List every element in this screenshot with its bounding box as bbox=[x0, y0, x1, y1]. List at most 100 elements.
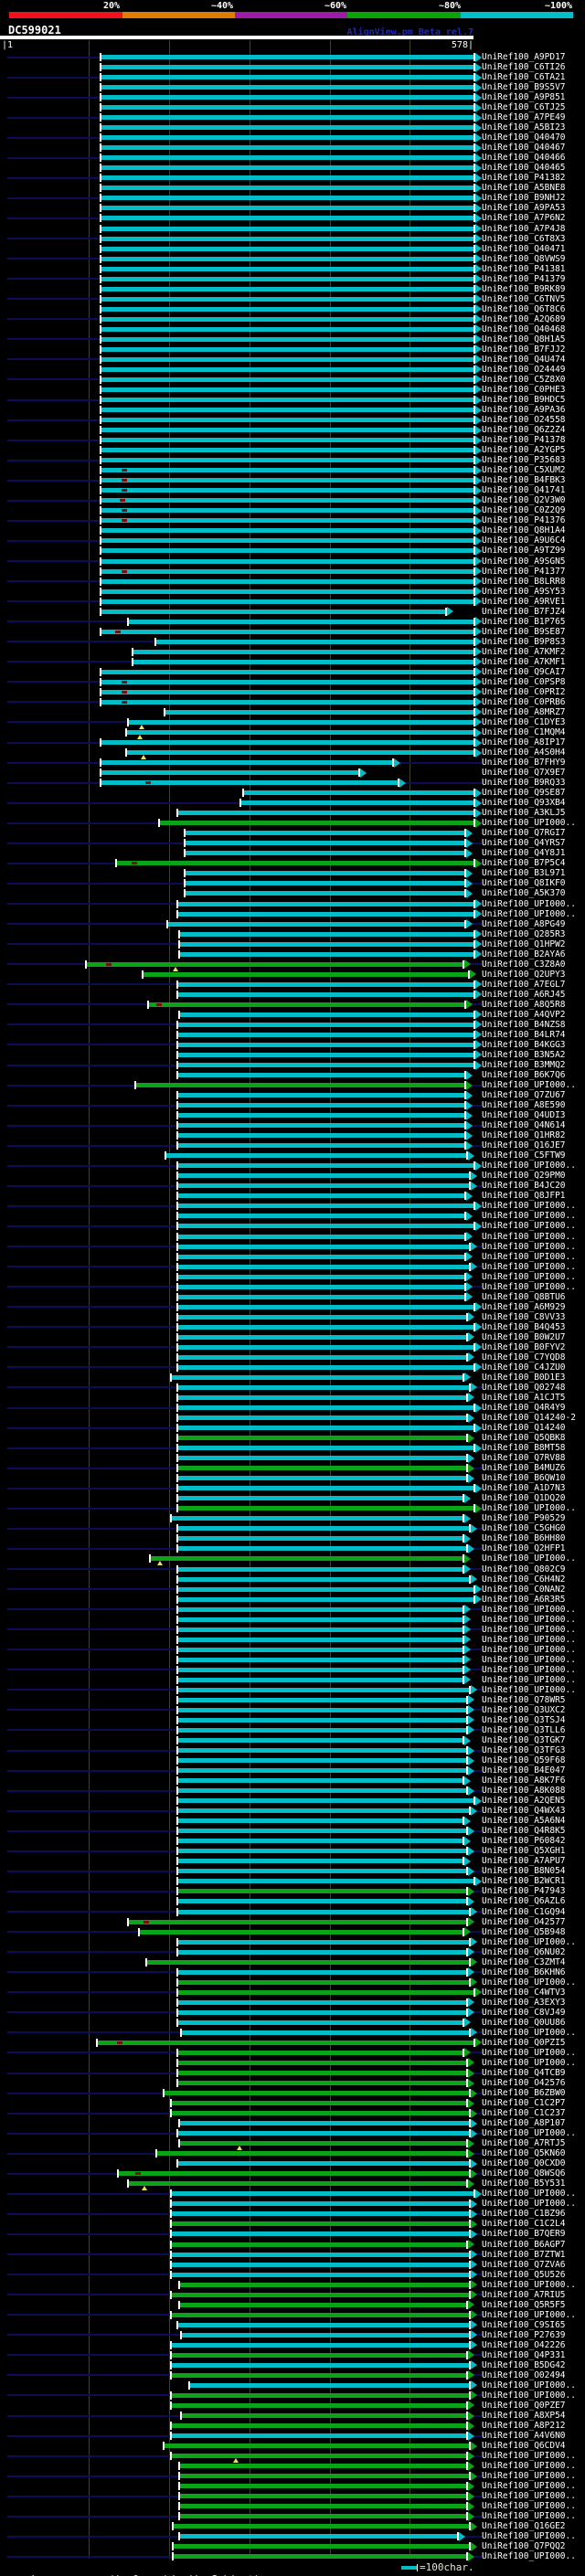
alignment-bar[interactable] bbox=[178, 811, 473, 816]
hit-label[interactable]: UniRef100_B6HH80 bbox=[482, 1533, 566, 1543]
hit-label[interactable]: UniRef100_P41381 bbox=[482, 264, 566, 274]
alignment-bar[interactable] bbox=[178, 1415, 466, 1421]
hit-label[interactable]: UniRef100_UPI000.. bbox=[482, 2058, 576, 2068]
alignment-bar[interactable] bbox=[133, 659, 473, 664]
hit-label[interactable]: UniRef100_UPI000.. bbox=[482, 1161, 576, 1171]
alignment-bar[interactable] bbox=[178, 1234, 464, 1239]
hit-label[interactable]: UniRef100_UPI000.. bbox=[482, 818, 576, 828]
alignment-bar[interactable] bbox=[178, 1586, 473, 1592]
hit-label[interactable]: UniRef100_A1CJT5 bbox=[482, 1393, 566, 1403]
alignment-bar[interactable] bbox=[178, 2060, 466, 2065]
alignment-bar[interactable] bbox=[178, 1436, 466, 1441]
hit-label[interactable]: UniRef100_Q7RGI7 bbox=[482, 828, 566, 838]
alignment-bar[interactable] bbox=[178, 1354, 466, 1360]
hit-label[interactable]: UniRef100_UPI000.. bbox=[482, 2390, 576, 2401]
alignment-bar[interactable] bbox=[101, 578, 473, 584]
alignment-bar[interactable] bbox=[180, 2121, 469, 2126]
alignment-bar[interactable] bbox=[178, 911, 473, 917]
hit-label[interactable]: UniRef100_P35683 bbox=[482, 455, 566, 465]
alignment-bar[interactable] bbox=[165, 709, 473, 715]
alignment-bar[interactable] bbox=[186, 881, 464, 886]
hit-label[interactable]: UniRef100_B4NZS8 bbox=[482, 1020, 566, 1030]
hit-label[interactable]: UniRef100_UPI000.. bbox=[482, 1211, 576, 1221]
alignment-bar[interactable] bbox=[178, 1949, 466, 1955]
alignment-bar[interactable] bbox=[101, 538, 473, 544]
alignment-bar[interactable] bbox=[101, 175, 473, 181]
hit-label[interactable]: UniRef100_Q4P331 bbox=[482, 2350, 566, 2360]
alignment-bar[interactable] bbox=[180, 2504, 466, 2509]
alignment-bar[interactable] bbox=[172, 2272, 469, 2277]
hit-label[interactable]: UniRef100_A2YGP5 bbox=[482, 445, 566, 455]
alignment-bar[interactable] bbox=[178, 1324, 473, 1330]
alignment-bar[interactable] bbox=[178, 1758, 466, 1764]
hit-label[interactable]: UniRef100_Q7PQQ2 bbox=[482, 2541, 566, 2551]
alignment-bar[interactable] bbox=[101, 165, 473, 171]
alignment-bar[interactable] bbox=[101, 760, 392, 766]
hit-label[interactable]: UniRef100_B6QW10 bbox=[482, 1473, 566, 1483]
alignment-bar[interactable] bbox=[178, 1566, 463, 1572]
hit-label[interactable]: UniRef100_A9SGN5 bbox=[482, 557, 566, 567]
hit-label[interactable]: UniRef100_Q8JFP1 bbox=[482, 1191, 566, 1201]
alignment-bar[interactable] bbox=[172, 2372, 466, 2378]
hit-label[interactable]: UniRef100_B3MMQ2 bbox=[482, 1060, 566, 1070]
hit-label[interactable]: UniRef100_P60842 bbox=[482, 1836, 566, 1846]
alignment-bar[interactable] bbox=[178, 1042, 473, 1047]
alignment-bar[interactable] bbox=[101, 326, 473, 332]
hit-label[interactable]: UniRef100_B2WCR1 bbox=[482, 1876, 566, 1886]
hit-label[interactable]: UniRef100_A8Q5R8 bbox=[482, 1000, 566, 1010]
alignment-bar[interactable] bbox=[101, 296, 473, 302]
alignment-bar[interactable] bbox=[149, 1002, 464, 1007]
hit-label[interactable]: UniRef100_P41376 bbox=[482, 515, 566, 525]
alignment-bar[interactable] bbox=[178, 1889, 466, 1894]
alignment-bar[interactable] bbox=[180, 2534, 457, 2539]
hit-label[interactable]: UniRef100_UPI000.. bbox=[482, 2481, 576, 2491]
hit-label[interactable]: UniRef100_A8K7F6 bbox=[482, 1776, 566, 1786]
hit-label[interactable]: UniRef100_C1C237 bbox=[482, 2108, 566, 2118]
alignment-bar[interactable] bbox=[140, 1929, 463, 1935]
alignment-bar[interactable] bbox=[172, 1374, 463, 1380]
alignment-bar[interactable] bbox=[178, 1304, 473, 1309]
alignment-bar[interactable] bbox=[101, 75, 473, 80]
alignment-bar[interactable] bbox=[165, 2091, 469, 2096]
hit-label[interactable]: UniRef100_Q02748 bbox=[482, 1383, 566, 1393]
alignment-bar[interactable] bbox=[180, 2514, 466, 2519]
alignment-bar[interactable] bbox=[101, 588, 473, 594]
hit-label[interactable]: UniRef100_A7APU7 bbox=[482, 1856, 566, 1866]
hit-label[interactable]: UniRef100_A7PE49 bbox=[482, 112, 566, 122]
hit-label[interactable]: UniRef100_C5Z8X0 bbox=[482, 375, 566, 385]
alignment-bar[interactable] bbox=[101, 336, 473, 342]
hit-label[interactable]: UniRef100_Q1HPW2 bbox=[482, 939, 566, 949]
hit-label[interactable]: UniRef100_A4V6N0 bbox=[482, 2431, 566, 2441]
alignment-bar[interactable] bbox=[101, 609, 445, 614]
hit-label[interactable]: UniRef100_Q7ZVA6 bbox=[482, 2260, 566, 2270]
hit-label[interactable]: UniRef100_O24449 bbox=[482, 365, 566, 375]
hit-label[interactable]: UniRef100_Q40470 bbox=[482, 133, 566, 143]
hit-label[interactable]: UniRef100_Q4UDI3 bbox=[482, 1110, 566, 1120]
hit-label[interactable]: UniRef100_UPI000.. bbox=[482, 1605, 576, 1615]
hit-label[interactable]: UniRef100_O24558 bbox=[482, 415, 566, 425]
alignment-bar[interactable] bbox=[172, 2362, 469, 2368]
hit-label[interactable]: UniRef100_Q5R5F5 bbox=[482, 2300, 566, 2310]
hit-label[interactable]: UniRef100_Q4TCB9 bbox=[482, 2068, 566, 2078]
alignment-bar[interactable] bbox=[180, 1012, 473, 1017]
hit-label[interactable]: UniRef100_C9SI65 bbox=[482, 2320, 566, 2330]
hit-label[interactable]: UniRef100_Q285R3 bbox=[482, 929, 566, 939]
alignment-bar[interactable] bbox=[178, 1829, 466, 1834]
alignment-bar[interactable] bbox=[178, 1707, 466, 1712]
alignment-bar[interactable] bbox=[101, 186, 473, 191]
hit-label[interactable]: UniRef100_A8PG49 bbox=[482, 919, 566, 929]
hit-label[interactable]: UniRef100_A8E590 bbox=[482, 1100, 566, 1110]
hit-label[interactable]: UniRef100_A8P212 bbox=[482, 2421, 566, 2431]
hit-label[interactable]: UniRef100_UPI000.. bbox=[482, 2451, 576, 2461]
hit-label[interactable]: UniRef100_A8MRZ7 bbox=[482, 707, 566, 717]
alignment-bar[interactable] bbox=[178, 1496, 463, 1501]
hit-label[interactable]: UniRef100_B2AYA6 bbox=[482, 949, 566, 959]
hit-label[interactable]: UniRef100_C0NAN2 bbox=[482, 1585, 566, 1595]
hit-label[interactable]: UniRef100_Q1HR82 bbox=[482, 1130, 566, 1140]
alignment-bar[interactable] bbox=[178, 1394, 466, 1400]
alignment-bar[interactable] bbox=[178, 1214, 464, 1219]
alignment-bar[interactable] bbox=[178, 1163, 473, 1169]
alignment-bar[interactable] bbox=[172, 2292, 469, 2297]
hit-label[interactable]: UniRef100_B0W2U7 bbox=[482, 1332, 566, 1342]
alignment-bar[interactable] bbox=[178, 1788, 466, 1794]
